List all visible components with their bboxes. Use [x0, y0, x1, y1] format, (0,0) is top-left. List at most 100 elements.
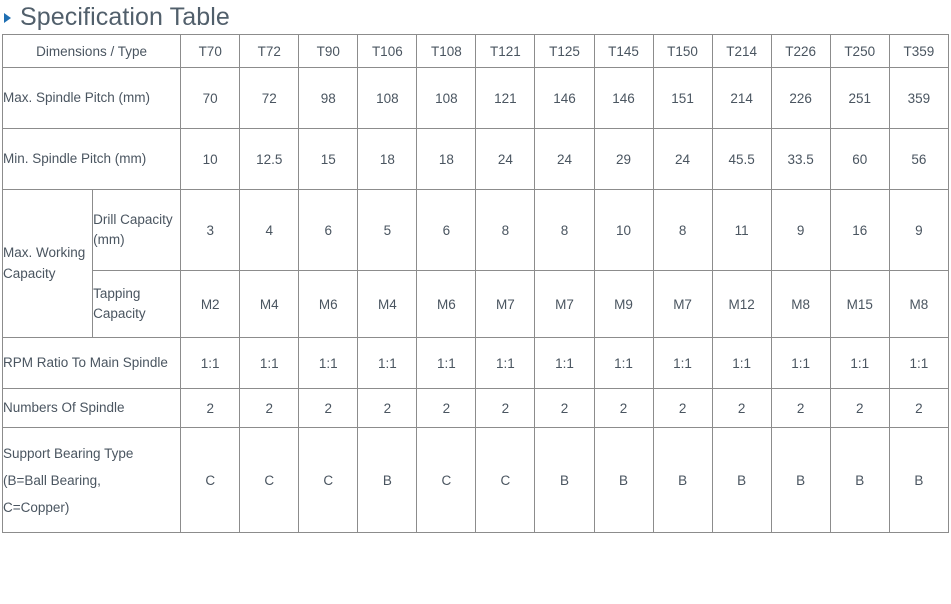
cell-drill-capacity-t150: 8 [652, 189, 713, 271]
cell-rpm-ratio-t226: 1:1 [770, 337, 831, 389]
cell-numbers-of-spindle-t108: 2 [416, 388, 477, 428]
row-label-max-spindle-pitch: Max. Spindle Pitch (mm) [1, 67, 182, 129]
cell-max-spindle-pitch-t226: 226 [770, 67, 831, 129]
cell-numbers-of-spindle-t125: 2 [534, 388, 595, 428]
table-row: Max. Working Capacity Drill Capacity (mm… [1, 189, 950, 338]
header-type-t145: T145 [593, 34, 654, 68]
cell-min-spindle-pitch-t108: 18 [416, 128, 477, 190]
row-label-support-bearing-type: Support Bearing Type (B=Ball Bearing, C=… [1, 427, 182, 533]
table-header-row: Dimensions / Type T70 T72 T90 T106 T108 … [1, 34, 950, 68]
cell-numbers-of-spindle-t226: 2 [770, 388, 831, 428]
cell-max-spindle-pitch-t145: 146 [593, 67, 654, 129]
cell-drill-capacity-t226: 9 [770, 189, 831, 271]
page-title: Specification Table [20, 2, 230, 31]
row-label-rpm-ratio: RPM Ratio To Main Spindle [1, 337, 182, 389]
row-label-numbers-of-spindle: Numbers Of Spindle [1, 388, 182, 428]
row-sublabel-tapping-capacity: Tapping Capacity [92, 270, 182, 338]
cell-tapping-capacity-t145: M9 [593, 270, 654, 338]
cell-drill-capacity-t359: 9 [888, 189, 950, 271]
header-dimensions-type: Dimensions / Type [1, 34, 182, 68]
row-sublabel-drill-capacity: Drill Capacity (mm) [92, 189, 182, 271]
cell-max-spindle-pitch-t108: 108 [416, 67, 477, 129]
cell-min-spindle-pitch-t214: 45.5 [711, 128, 772, 190]
cell-support-bearing-t250: B [829, 427, 890, 533]
cell-min-spindle-pitch-t121: 24 [475, 128, 536, 190]
cell-drill-capacity-t125: 8 [534, 189, 595, 271]
cell-min-spindle-pitch-t226: 33.5 [770, 128, 831, 190]
cell-min-spindle-pitch-t90: 15 [298, 128, 359, 190]
header-type-t106: T106 [357, 34, 418, 68]
cell-support-bearing-t226: B [770, 427, 831, 533]
cell-drill-capacity-t72: 4 [239, 189, 300, 271]
cell-tapping-capacity-t125: M7 [534, 270, 595, 338]
cell-support-bearing-t72: C [239, 427, 300, 533]
header-type-t250: T250 [829, 34, 890, 68]
table-row: Numbers Of Spindle 2 2 2 2 2 2 2 2 2 2 2… [1, 388, 950, 428]
cell-max-spindle-pitch-t250: 251 [829, 67, 890, 129]
cell-tapping-capacity-t108: M6 [416, 270, 477, 338]
cell-tapping-capacity-t70: M2 [180, 270, 241, 338]
cell-tapping-capacity-t106: M4 [357, 270, 418, 338]
table-row: Tapping Capacity M2 M4 M6 M4 M6 M7 M7 M9… [3, 270, 950, 338]
cell-support-bearing-t121: C [475, 427, 536, 533]
cell-max-spindle-pitch-t150: 151 [652, 67, 713, 129]
cell-max-spindle-pitch-t72: 72 [239, 67, 300, 129]
cell-numbers-of-spindle-t106: 2 [357, 388, 418, 428]
cell-min-spindle-pitch-t150: 24 [652, 128, 713, 190]
triangle-right-icon [4, 13, 11, 23]
cell-rpm-ratio-t70: 1:1 [180, 337, 241, 389]
cell-max-spindle-pitch-t90: 98 [298, 67, 359, 129]
header-type-t70: T70 [180, 34, 241, 68]
cell-rpm-ratio-t125: 1:1 [534, 337, 595, 389]
cell-min-spindle-pitch-t106: 18 [357, 128, 418, 190]
table-row: Min. Spindle Pitch (mm) 10 12.5 15 18 18… [1, 128, 950, 190]
cell-rpm-ratio-t72: 1:1 [239, 337, 300, 389]
cell-min-spindle-pitch-t359: 56 [888, 128, 950, 190]
cell-numbers-of-spindle-t150: 2 [652, 388, 713, 428]
cell-tapping-capacity-t72: M4 [239, 270, 300, 338]
cell-tapping-capacity-t359: M8 [888, 270, 950, 338]
cell-numbers-of-spindle-t90: 2 [298, 388, 359, 428]
page-title-bar: Specification Table [0, 0, 951, 34]
cell-support-bearing-t70: C [180, 427, 241, 533]
cell-max-spindle-pitch-t125: 146 [534, 67, 595, 129]
cell-drill-capacity-t214: 11 [711, 189, 772, 271]
cell-support-bearing-t214: B [711, 427, 772, 533]
cell-rpm-ratio-t145: 1:1 [593, 337, 654, 389]
cell-drill-capacity-t90: 6 [298, 189, 359, 271]
table-row: Max. Spindle Pitch (mm) 70 72 98 108 108… [1, 67, 950, 129]
cell-numbers-of-spindle-t145: 2 [593, 388, 654, 428]
cell-min-spindle-pitch-t250: 60 [829, 128, 890, 190]
cell-max-spindle-pitch-t70: 70 [180, 67, 241, 129]
cell-max-spindle-pitch-t214: 214 [711, 67, 772, 129]
cell-drill-capacity-t106: 5 [357, 189, 418, 271]
header-type-t121: T121 [475, 34, 536, 68]
specification-table-container: Dimensions / Type T70 T72 T90 T106 T108 … [0, 34, 951, 533]
cell-min-spindle-pitch-t70: 10 [180, 128, 241, 190]
cell-tapping-capacity-t90: M6 [298, 270, 359, 338]
cell-tapping-capacity-t121: M7 [475, 270, 536, 338]
cell-numbers-of-spindle-t70: 2 [180, 388, 241, 428]
cell-drill-capacity-t145: 10 [593, 189, 654, 271]
cell-numbers-of-spindle-t359: 2 [888, 388, 950, 428]
cell-tapping-capacity-t226: M8 [770, 270, 831, 338]
support-bearing-label-line-3: C=Copper) [3, 499, 70, 515]
cell-support-bearing-t108: C [416, 427, 477, 533]
cell-support-bearing-t90: C [298, 427, 359, 533]
header-type-t150: T150 [652, 34, 713, 68]
cell-tapping-capacity-t250: M15 [829, 270, 890, 338]
header-type-t72: T72 [239, 34, 300, 68]
row-label-min-spindle-pitch: Min. Spindle Pitch (mm) [1, 128, 182, 190]
support-bearing-label-line-2: (B=Ball Bearing, [3, 472, 101, 488]
cell-support-bearing-t145: B [593, 427, 654, 533]
cell-numbers-of-spindle-t72: 2 [239, 388, 300, 428]
cell-rpm-ratio-t90: 1:1 [298, 337, 359, 389]
cell-rpm-ratio-t108: 1:1 [416, 337, 477, 389]
header-type-t226: T226 [770, 34, 831, 68]
cell-rpm-ratio-t121: 1:1 [475, 337, 536, 389]
cell-drill-capacity-t121: 8 [475, 189, 536, 271]
cell-rpm-ratio-t214: 1:1 [711, 337, 772, 389]
header-type-t125: T125 [534, 34, 595, 68]
cell-numbers-of-spindle-t121: 2 [475, 388, 536, 428]
cell-rpm-ratio-t359: 1:1 [888, 337, 950, 389]
